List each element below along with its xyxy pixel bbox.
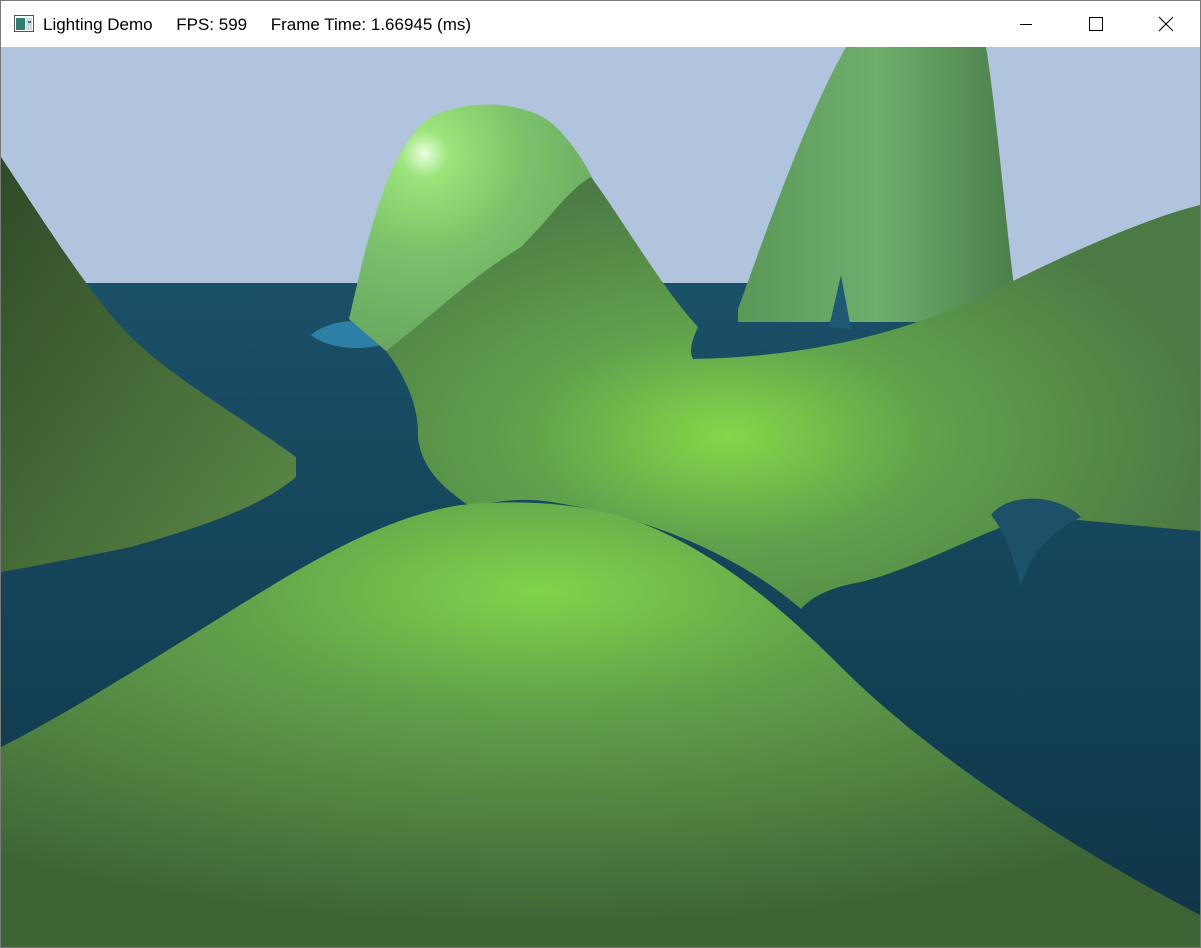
minimize-icon [1019,17,1033,31]
app-window-icon [14,15,34,32]
title-bar[interactable]: Lighting Demo FPS: 599 Frame Time: 1.669… [1,1,1200,47]
maximize-icon [1088,16,1104,32]
app-window: Lighting Demo FPS: 599 Frame Time: 1.669… [0,0,1201,948]
window-title: Lighting Demo FPS: 599 Frame Time: 1.669… [43,15,471,35]
close-button[interactable] [1131,1,1200,47]
terrain-scene [1,47,1200,947]
maximize-button[interactable] [1061,1,1131,47]
render-viewport[interactable] [1,47,1200,947]
close-icon [1158,16,1174,32]
frame-time-readout: Frame Time: 1.66945 (ms) [270,15,472,34]
fps-readout: FPS: 599 [176,15,248,34]
minimize-button[interactable] [991,1,1061,47]
app-name: Lighting Demo [43,15,153,34]
